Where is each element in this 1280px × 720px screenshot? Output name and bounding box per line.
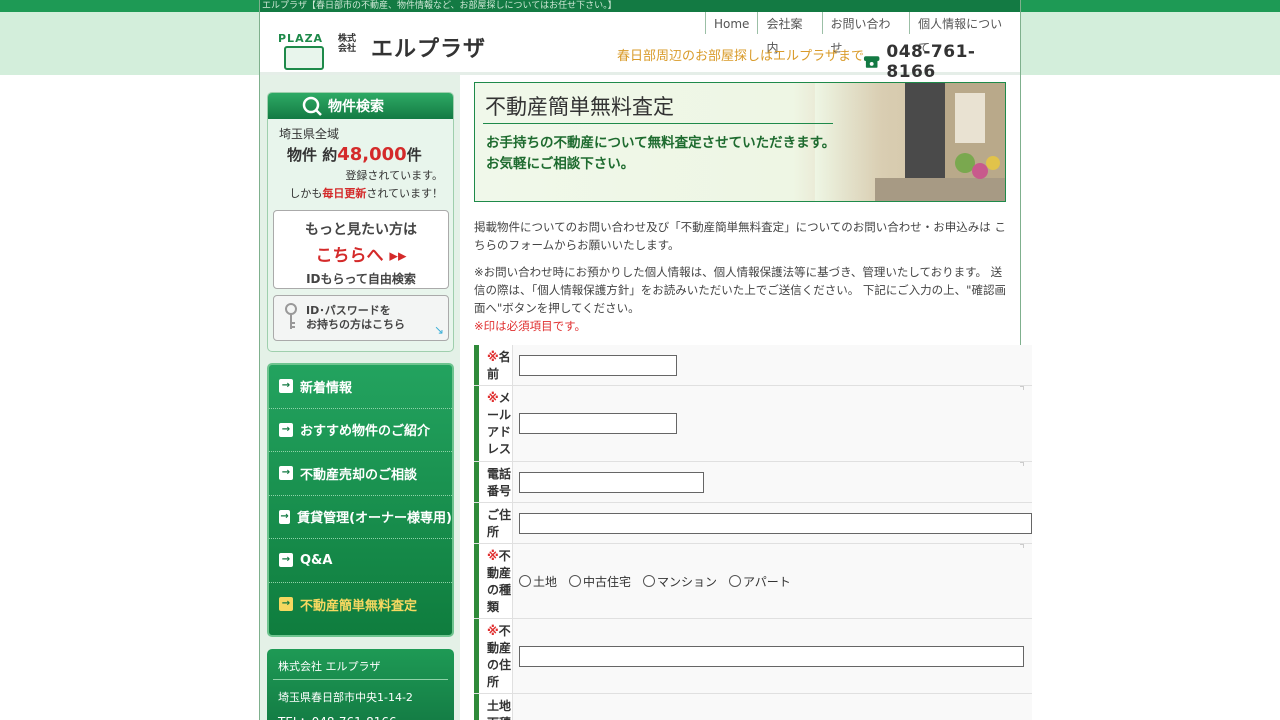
type-option-land[interactable]: 土地 — [519, 573, 557, 590]
label-tel: 電話番号 — [474, 462, 513, 502]
label-type: ※不動産の種類 — [474, 544, 513, 618]
top-nav: Home 会社案内 お問い合わせ 個人情報について — [705, 12, 1020, 55]
company-info-name: 株式会社 エルプラザ — [273, 649, 448, 680]
logo-box-icon — [284, 46, 324, 70]
search-panel-header: 物件検索 — [268, 93, 453, 119]
house-photo — [815, 83, 1005, 201]
menu-item-label: Q&A — [300, 552, 333, 568]
menu-item-rental[interactable]: → 賃貸管理(オーナー様専用) — [269, 496, 452, 539]
site-header: PLAZA 株式会社 エルプラザ Home 会社案内 お問い合わせ 個人情報につ… — [260, 12, 1020, 82]
privacy-notice: ※お問い合わせ時にお預かりした個人情報は、個人情報保護法等に基づき、管理いたして… — [474, 265, 1006, 315]
form-row-land-area: 土地面積 — [474, 694, 1032, 720]
type-option-mansion[interactable]: マンション — [643, 573, 717, 590]
arrow-right-icon: → — [279, 509, 291, 524]
form-row-name: ※名前 — [474, 345, 1032, 386]
form-row-type: ※不動産の種類 土地 中古住宅 マンション アパート — [474, 544, 1032, 619]
header-phone: 048-761-8166 — [863, 42, 1020, 82]
menu-item-qa[interactable]: → Q&A — [269, 539, 452, 583]
label-name: ※名前 — [474, 345, 513, 385]
hero-description: お手持ちの不動産について無料査定させていただきます。 お気軽にご相談下さい。 — [486, 135, 836, 172]
menu-item-sell[interactable]: → 不動産売却のご相談 — [269, 452, 452, 496]
arrow-right-icon: → — [279, 379, 293, 394]
menu-item-news[interactable]: → 新着情報 — [269, 365, 452, 409]
radio-icon[interactable] — [729, 575, 742, 587]
sidebar: 物件検索 埼玉県全域 物件 約48,000件 登録されています。 しかも毎日更新… — [260, 75, 460, 720]
more-button-line1: もっと見たい方は — [305, 222, 417, 238]
registered-text: 登録されています。 — [345, 169, 443, 182]
menu-item-recommended[interactable]: → おすすめ物件のご紹介 — [269, 409, 452, 452]
intro-text: 掲載物件についてのお問い合わせ及び「不動産簡単無料査定」についてのお問い合わせ・… — [474, 220, 1006, 252]
property-address-input[interactable] — [519, 645, 1024, 667]
more-search-button[interactable]: もっと見たい方は こちらへ ▸▸ IDもらって自由検索 — [273, 210, 449, 289]
company-name: エルプラザ — [371, 37, 487, 62]
nav-company[interactable]: 会社案内 — [757, 12, 821, 55]
company-info-tel: TEL：048-761-8166 — [267, 705, 454, 720]
sidebar-menu: → 新着情報 → おすすめ物件のご紹介 → 不動産売却のご相談 → 賃貸管理(オ… — [267, 363, 454, 637]
menu-item-label: 不動産簡単無料査定 — [300, 598, 418, 614]
search-icon — [302, 96, 322, 116]
form-row-email: ※メールアドレス — [474, 386, 1032, 462]
radio-icon[interactable] — [643, 575, 656, 587]
label-land-area: 土地面積 — [474, 694, 513, 720]
login-button[interactable]: ID･パスワードを お持ちの方はこちら ↘ — [273, 295, 449, 341]
listing-count-value: 48,000 — [337, 144, 407, 165]
radio-icon[interactable] — [519, 575, 531, 587]
menu-item-label: 賃貸管理(オーナー様専用) — [297, 511, 452, 527]
form-row-property-address: ※不動産の住所 — [474, 619, 1032, 694]
hero-banner: 不動産簡単無料査定 お手持ちの不動産について無料査定させていただきます。 お気軽… — [474, 82, 1006, 202]
search-panel: 物件検索 埼玉県全域 物件 約48,000件 登録されています。 しかも毎日更新… — [267, 92, 454, 352]
logo[interactable]: PLAZA — [278, 18, 326, 70]
more-button-line3: IDもらって自由検索 — [306, 272, 416, 286]
more-button-line2: こちらへ ▸▸ — [315, 246, 407, 266]
inquiry-form: ※名前 ※メールアドレス 電話番号 ご住所 ※不動産の種類 土地 中古住宅 マン… — [474, 345, 1032, 720]
arrow-down-right-icon: ↘ — [433, 323, 444, 337]
header-subline: 春日部周辺のお部屋探しはエルプラザまで — [617, 49, 865, 64]
arrow-right-icon: → — [279, 422, 293, 437]
label-email: ※メールアドレス — [474, 386, 513, 461]
form-row-address: ご住所 — [474, 503, 1032, 544]
menu-item-label: 新着情報 — [300, 380, 353, 396]
form-row-tel: 電話番号 — [474, 462, 1032, 503]
radio-icon[interactable] — [569, 575, 582, 587]
login-button-text: ID･パスワードを お持ちの方はこちら — [306, 304, 405, 331]
menu-item-label: おすすめ物件のご紹介 — [300, 424, 431, 440]
type-option-used-house[interactable]: 中古住宅 — [569, 573, 631, 590]
search-panel-title: 物件検索 — [328, 99, 384, 115]
address-input[interactable] — [519, 512, 1032, 534]
company-type: 株式会社 — [338, 34, 357, 54]
nav-privacy[interactable]: 個人情報について — [909, 12, 1020, 55]
arrow-right-icon: → — [279, 553, 293, 568]
arrow-right-icon: → — [279, 466, 293, 481]
menu-item-appraisal[interactable]: → 不動産簡単無料査定 — [269, 583, 452, 627]
phone-icon — [863, 56, 880, 68]
nav-contact[interactable]: お問い合わせ — [821, 12, 910, 55]
label-address: ご住所 — [474, 503, 513, 543]
email-input[interactable] — [519, 413, 677, 434]
update-text: しかも毎日更新されています！ — [289, 187, 443, 200]
logo-plaza-text: PLAZA — [278, 32, 324, 45]
page: エルプラザ【春日部市の不動産、物件情報など、お部屋探しについてはお任せ下さい。】… — [259, 0, 1032, 720]
label-property-address: ※不動産の住所 — [474, 619, 513, 693]
tel-input[interactable] — [519, 471, 704, 493]
nav-home[interactable]: Home — [705, 12, 757, 34]
menu-item-label: 不動産売却のご相談 — [300, 467, 418, 483]
phone-number: 048-761-8166 — [886, 42, 976, 82]
tagline-bar: エルプラザ【春日部市の不動産、物件情報など、お部屋探しについてはお任せ下さい。】 — [260, 0, 1020, 12]
site-tagline: エルプラザ【春日部市の不動産、物件情報など、お部屋探しについてはお任せ下さい。】 — [262, 1, 617, 11]
search-region: 埼玉県全域 — [279, 127, 340, 141]
name-input[interactable] — [519, 354, 677, 376]
hero-divider — [483, 123, 833, 124]
listing-count: 物件 約48,000件 — [287, 144, 422, 165]
key-icon — [285, 303, 297, 329]
arrow-right-icon: → — [279, 597, 293, 612]
hero-title: 不動産簡単無料査定 — [485, 95, 674, 119]
company-info: 株式会社 エルプラザ 埼玉県春日部市中央1-14-2 TEL：048-761-8… — [267, 649, 454, 720]
company-info-address: 埼玉県春日部市中央1-14-2 — [278, 691, 413, 704]
required-note: ※印は必須項目です。 — [474, 319, 586, 333]
type-option-apartment[interactable]: アパート — [729, 573, 791, 590]
